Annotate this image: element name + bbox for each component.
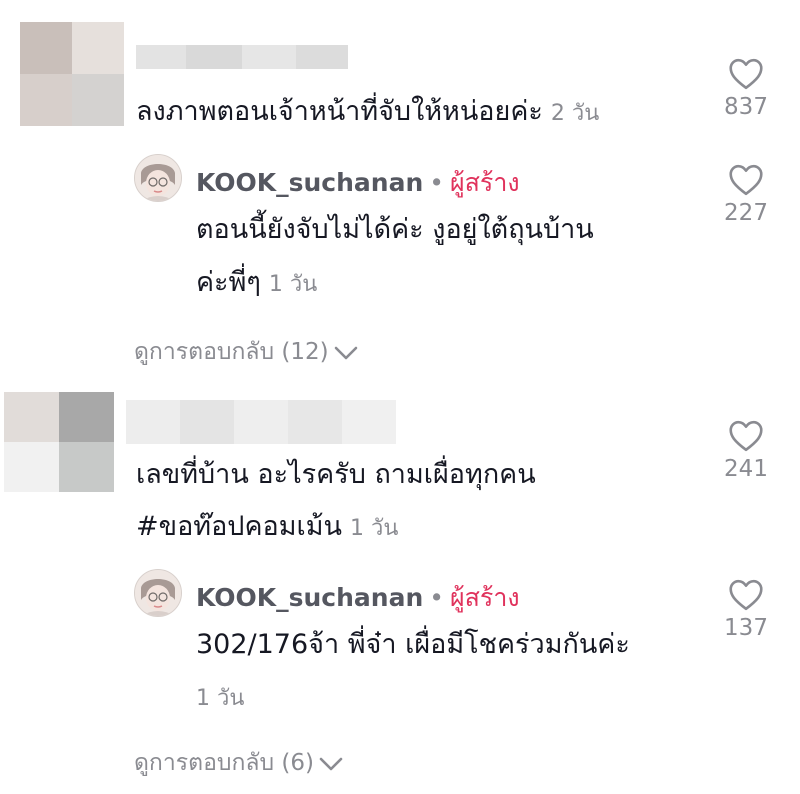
- like-count: 837: [724, 94, 768, 120]
- reply-header: KOOK_suchanan • ผู้สร้าง: [196, 163, 520, 203]
- comment-text: ลงภาพตอนเจ้าหน้าที่จับให้หน่อยค่ะ 2 วัน: [136, 92, 599, 134]
- commenter-name-blurred[interactable]: [126, 400, 396, 444]
- view-replies-label: ดูการตอบกลับ (6): [134, 750, 314, 776]
- comment-text-line1: เลขที่บ้าน อะไรครับ ถามเผื่อทุกคน: [136, 459, 536, 490]
- separator-dot: •: [429, 168, 445, 197]
- view-replies-button[interactable]: ดูการตอบกลับ (6): [134, 745, 344, 781]
- separator-dot: •: [429, 583, 445, 612]
- reply-header: KOOK_suchanan • ผู้สร้าง: [196, 578, 520, 618]
- creator-username[interactable]: KOOK_suchanan: [196, 168, 423, 197]
- creator-badge: ผู้สร้าง: [450, 168, 520, 197]
- reply-like-button[interactable]: 227: [706, 164, 786, 226]
- heart-outline-icon: [729, 420, 763, 452]
- reply-text-line1: ตอนนี้ยังจับไม่ได้ค่ะ งูอยู่ใต้ถุนบ้าน: [196, 214, 594, 245]
- comment-time: 2 วัน: [550, 101, 600, 126]
- comment-time: 1 วัน: [350, 516, 399, 541]
- reply-time: 1 วัน: [196, 686, 245, 711]
- heart-outline-icon: [729, 579, 763, 611]
- view-replies-button[interactable]: ดูการตอบกลับ (12): [134, 334, 359, 370]
- commenter-avatar-blurred[interactable]: [20, 22, 124, 126]
- creator-avatar[interactable]: [134, 569, 182, 617]
- view-replies-label: ดูการตอบกลับ (12): [134, 339, 329, 365]
- like-count: 227: [724, 200, 768, 226]
- reply-text: 302/176จ้า พี่จ๋า เผื่อมีโชคร่วมกันค่ะ: [196, 629, 630, 660]
- creator-username[interactable]: KOOK_suchanan: [196, 583, 423, 612]
- creator-badge: ผู้สร้าง: [450, 583, 520, 612]
- reply-body-continued: ค่ะพี่ๆ: [196, 267, 261, 298]
- commenter-avatar-blurred[interactable]: [4, 392, 114, 492]
- comment-hashtag[interactable]: #ขอท๊อปคอมเม้น: [136, 511, 342, 542]
- comment-text-line2: #ขอท๊อปคอมเม้น 1 วัน: [136, 507, 398, 549]
- like-count: 241: [724, 456, 768, 482]
- heart-outline-icon: [729, 164, 763, 196]
- chevron-down-icon: [334, 346, 357, 359]
- like-button[interactable]: 241: [706, 420, 786, 482]
- reply-time: 1 วัน: [268, 272, 318, 297]
- reply-text-line2: ค่ะพี่ๆ 1 วัน: [196, 263, 317, 305]
- avatar-image: [135, 155, 181, 201]
- chevron-down-icon: [319, 757, 343, 770]
- comment-body: ลงภาพตอนเจ้าหน้าที่จับให้หน่อยค่ะ: [136, 96, 543, 127]
- creator-avatar[interactable]: [134, 154, 182, 202]
- reply-like-button[interactable]: 137: [706, 579, 786, 641]
- heart-outline-icon: [729, 58, 763, 90]
- avatar-image: [135, 570, 181, 616]
- like-button[interactable]: 837: [706, 58, 786, 120]
- commenter-name-blurred[interactable]: [136, 45, 348, 69]
- like-count: 137: [724, 615, 768, 641]
